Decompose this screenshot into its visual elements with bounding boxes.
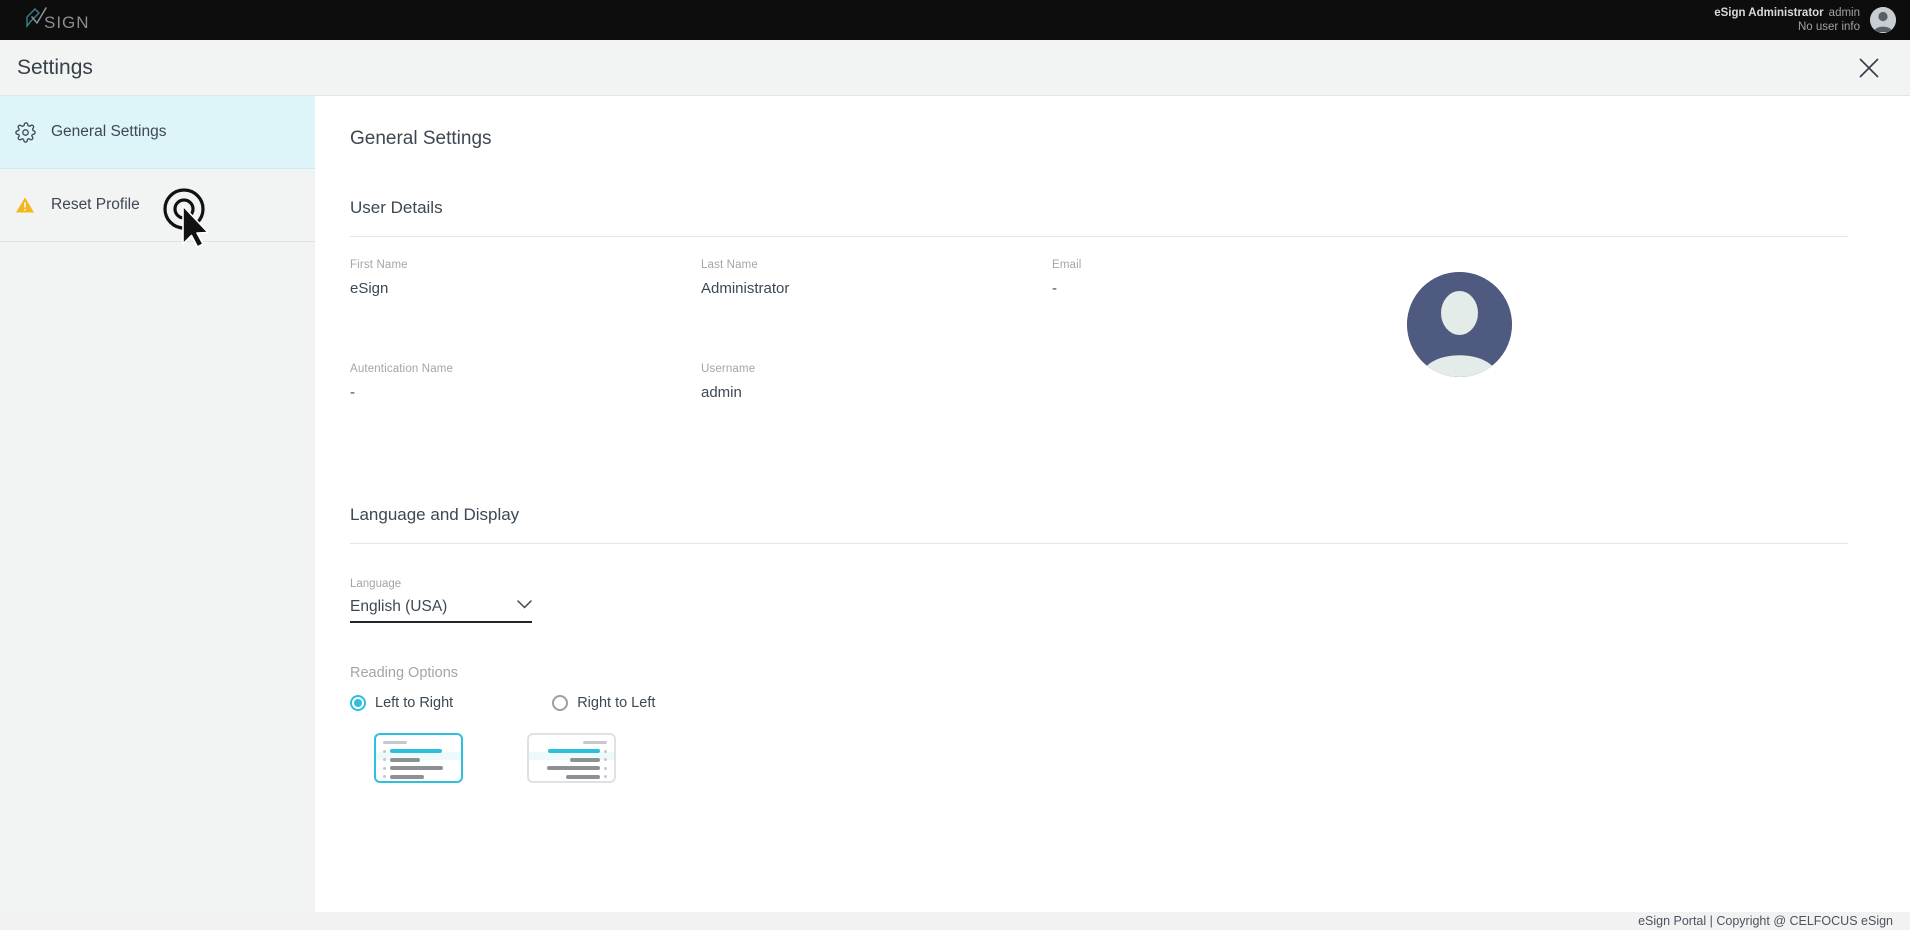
top-navigation-bar: SIGN eSign Administrator admin No user in… — [0, 0, 1910, 40]
page-title: Settings — [17, 55, 93, 79]
section-divider — [350, 236, 1848, 237]
field-label: First Name — [350, 259, 408, 271]
settings-sidebar: General Settings Reset Profile — [0, 96, 315, 912]
radio-button-selected-icon — [350, 695, 366, 711]
field-label: Email — [1052, 259, 1082, 271]
sidebar-item-general-settings[interactable]: General Settings — [0, 96, 315, 169]
field-value: - — [1052, 280, 1057, 297]
user-profile-avatar-icon — [1407, 272, 1512, 377]
close-icon — [1859, 57, 1879, 78]
settings-header-bar: Settings — [0, 40, 1910, 96]
field-first-name: First Name eSign — [350, 259, 701, 297]
user-details-fields: First Name eSign Last Name Administrator… — [350, 259, 1848, 401]
field-value: eSign — [350, 280, 389, 297]
svg-text:SIGN: SIGN — [44, 13, 90, 32]
radio-right-to-left[interactable]: Right to Left — [552, 695, 655, 711]
reading-options-label: Reading Options — [350, 665, 459, 681]
content-page-title: General Settings — [350, 128, 492, 149]
field-username: Username admin — [701, 363, 1052, 401]
sidebar-item-reset-profile[interactable]: Reset Profile — [0, 169, 315, 242]
language-selected-value: English (USA) — [350, 598, 448, 615]
page-footer: eSign Portal | Copyright @ CELFOCUS eSig… — [0, 912, 1910, 930]
radio-label: Right to Left — [577, 695, 656, 711]
esign-pen-logo-icon: SIGN — [26, 7, 90, 32]
chevron-down-icon — [517, 596, 532, 614]
field-value: Administrator — [701, 280, 790, 297]
section-divider — [350, 543, 1848, 544]
language-label: Language — [350, 578, 402, 590]
footer-copyright-text: eSign Portal | Copyright @ CELFOCUS eSig… — [1638, 914, 1893, 928]
field-label: Autentication Name — [350, 363, 454, 375]
radio-button-unselected-icon — [552, 695, 569, 711]
reading-direction-previews — [350, 733, 1848, 783]
language-select[interactable]: English (USA) — [350, 596, 532, 623]
user-account-area[interactable]: eSign Administrator admin No user info — [1714, 6, 1910, 35]
reading-options-radio-group: Left to Right Right to Left — [350, 695, 1848, 711]
profile-avatar[interactable] — [1407, 272, 1512, 377]
section-title-user-details: User Details — [350, 198, 443, 217]
field-authentication-name: Autentication Name - — [350, 363, 701, 401]
sidebar-item-label: Reset Profile — [51, 196, 140, 213]
user-display-name: eSign Administrator — [1714, 6, 1824, 19]
field-value: - — [350, 384, 355, 401]
app-logo[interactable]: SIGN — [0, 7, 94, 33]
field-email: Email - — [1052, 259, 1403, 297]
preview-left-to-right[interactable] — [374, 733, 463, 783]
user-avatar-icon — [1870, 7, 1896, 33]
gear-icon — [14, 121, 36, 143]
field-row: First Name eSign Last Name Administrator… — [350, 259, 1848, 297]
user-account-name: admin — [1828, 6, 1860, 19]
avatar[interactable] — [1870, 7, 1896, 33]
warning-triangle-icon — [14, 196, 36, 214]
preview-right-to-left[interactable] — [527, 733, 616, 783]
field-row: Autentication Name - Username admin — [350, 363, 1848, 401]
settings-content-panel: General Settings User Details First Name… — [315, 96, 1910, 912]
field-last-name: Last Name Administrator — [701, 259, 1052, 297]
section-title-language-display: Language and Display — [350, 505, 520, 524]
sidebar-item-label: General Settings — [51, 123, 167, 140]
field-value: admin — [701, 384, 742, 401]
close-button[interactable] — [1846, 45, 1892, 91]
radio-left-to-right[interactable]: Left to Right — [350, 695, 453, 711]
field-label: Username — [701, 363, 756, 375]
language-selector-block: Language English (USA) — [350, 578, 1848, 623]
radio-label: Left to Right — [375, 695, 454, 711]
field-label: Last Name — [701, 259, 758, 271]
user-info-text: No user info — [1797, 21, 1860, 33]
